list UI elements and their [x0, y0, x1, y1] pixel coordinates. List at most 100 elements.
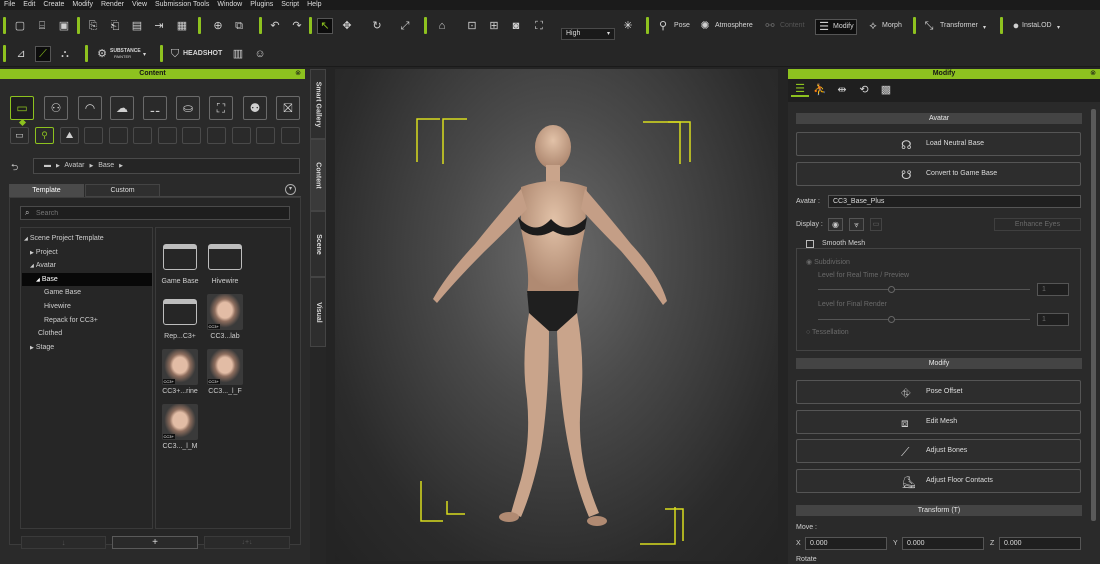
subcategory-slot-9[interactable]	[281, 127, 300, 144]
tree-item[interactable]: Hivewire	[22, 300, 152, 313]
subcategory-image-icon[interactable]: ⛰	[60, 127, 79, 144]
menu-window[interactable]: Window	[217, 0, 242, 10]
chevron-down-icon[interactable]: ▾	[1057, 22, 1060, 34]
subdivision-radio[interactable]: ◉ Subdivision	[806, 258, 850, 266]
eye-icon[interactable]: ◉	[828, 218, 843, 231]
chevron-down-icon[interactable]: ▾	[983, 22, 986, 34]
instalod-icon[interactable]: ●	[1009, 19, 1023, 33]
new-file-icon[interactable]: ▢	[13, 19, 27, 33]
pose-icon[interactable]: ⚲	[656, 19, 670, 33]
merge-icon[interactable]: ▤	[130, 19, 144, 33]
category-cloth-icon[interactable]: ⚋	[143, 96, 167, 120]
headshot-tool-icon[interactable]: ▥	[231, 47, 245, 61]
menu-render[interactable]: Render	[101, 0, 124, 10]
export-icon[interactable]: ⎗	[108, 19, 122, 33]
search-input[interactable]	[36, 207, 276, 219]
realtime-slider[interactable]	[818, 289, 1030, 290]
pin-icon[interactable]: ⊿	[14, 47, 28, 61]
material-tab-icon[interactable]: ▩	[879, 83, 893, 97]
physics-tab-icon[interactable]: ⇹	[835, 83, 849, 97]
chevron-down-icon[interactable]: ◢	[24, 236, 28, 242]
subcategory-slot-5[interactable]	[182, 127, 201, 144]
attributes-tab-icon[interactable]: ☰	[791, 83, 809, 97]
final-slider[interactable]	[818, 319, 1030, 320]
category-body-icon[interactable]: ⛶	[209, 96, 233, 120]
add-button[interactable]: +	[112, 536, 198, 549]
chevron-down-icon[interactable]: ◢	[36, 277, 40, 283]
category-accessory-icon[interactable]: ⛀	[176, 96, 200, 120]
category-avatar-icon[interactable]: ⚇	[44, 96, 68, 120]
final-level-field[interactable]: 1	[1037, 313, 1069, 326]
quality-select[interactable]: High ▾	[561, 28, 615, 40]
tree-item[interactable]: ◢ Scene Project Template	[22, 232, 152, 245]
network-icon[interactable]: ⛬	[58, 47, 72, 61]
instalod-label[interactable]: InstaLOD	[1022, 20, 1052, 32]
smooth-mesh-checkbox[interactable]	[806, 240, 814, 248]
select-cursor-icon[interactable]: ↖	[317, 18, 333, 34]
send-icon[interactable]: ⇥	[152, 19, 166, 33]
import-icon[interactable]: ⎘	[86, 19, 100, 33]
morph-icon[interactable]: ⟡	[866, 19, 880, 33]
graph-icon[interactable]: ⟋	[35, 46, 51, 62]
3d-viewport[interactable]	[335, 69, 778, 561]
scale-icon[interactable]: ⤢	[398, 19, 412, 33]
subcategory-folder-icon[interactable]: ▭	[10, 127, 29, 144]
folder-item[interactable]	[161, 238, 198, 275]
tree-item[interactable]: ◢ Avatar	[22, 259, 152, 272]
tab-custom[interactable]: Custom	[85, 184, 160, 197]
view-mode-icon[interactable]: ⛶	[532, 19, 546, 33]
search-scene-icon[interactable]: ⊕	[211, 19, 225, 33]
category-project-icon[interactable]: ▭	[10, 96, 34, 120]
display-option-icon[interactable]: ▭	[870, 218, 882, 231]
avatar-name-field[interactable]: CC3_Base_Plus	[828, 195, 1081, 208]
modify-scrollbar[interactable]	[1091, 109, 1096, 521]
character-model[interactable]	[433, 125, 667, 526]
subcategory-slot-1[interactable]	[84, 127, 103, 144]
headshot-icon[interactable]: ⛉	[168, 47, 182, 61]
tree-item[interactable]: ◢ Base	[22, 272, 152, 286]
edit-mesh-button[interactable]: ⧈ Edit Mesh	[796, 410, 1081, 434]
subcategory-slot-4[interactable]	[158, 127, 177, 144]
home-camera-icon[interactable]: ⌂	[435, 19, 449, 33]
tab-smart-gallery[interactable]: Smart Gallery	[310, 69, 326, 139]
avatar-item[interactable]: CC3+	[206, 348, 243, 385]
menu-modify[interactable]: Modify	[72, 0, 93, 10]
headshot-morph-icon[interactable]: ☺	[253, 47, 267, 61]
tree-item[interactable]: Clothed	[22, 327, 152, 340]
replace-button[interactable]: ↓+↓	[204, 536, 290, 549]
chevron-right-icon[interactable]: ▶	[30, 250, 34, 256]
chevron-down-icon[interactable]: ◢	[30, 263, 34, 269]
avatar-item[interactable]: CC3+	[161, 403, 198, 440]
morph-tab-icon[interactable]: ⟲	[857, 83, 871, 97]
tree-item[interactable]: Game Base	[22, 286, 152, 299]
menu-submission-tools[interactable]: Submission Tools	[155, 0, 209, 10]
chevron-right-icon[interactable]: ▶	[30, 345, 34, 351]
atmosphere-label[interactable]: Atmosphere	[715, 20, 753, 32]
tree-item[interactable]: ▶ Stage	[22, 341, 152, 354]
subcategory-slot-8[interactable]	[256, 127, 275, 144]
menu-help[interactable]: Help	[307, 0, 321, 10]
avatar-item[interactable]: CC3+	[206, 293, 243, 330]
load-neutral-base-button[interactable]: ☊ Load Neutral Base	[796, 132, 1081, 156]
save-icon[interactable]: ▣	[57, 19, 71, 33]
content-icon[interactable]: ⚯	[763, 19, 777, 33]
menu-edit[interactable]: Edit	[23, 0, 35, 10]
realtime-slider-thumb[interactable]	[888, 286, 895, 293]
category-motion-icon[interactable]: ⚉	[243, 96, 267, 120]
motion-tab-icon[interactable]: ⛹	[813, 83, 827, 97]
category-head-icon[interactable]: ◠	[78, 96, 102, 120]
subcategory-avatar-icon[interactable]: ⚲	[35, 127, 54, 144]
close-icon[interactable]: ⊗	[1090, 69, 1096, 79]
tab-template[interactable]: Template	[9, 184, 84, 197]
back-icon[interactable]: ⮌	[11, 160, 18, 176]
fit-icon[interactable]: ⊡	[465, 19, 479, 33]
menu-file[interactable]: File	[4, 0, 15, 10]
light-icon[interactable]: ✳	[621, 19, 635, 33]
adjust-floor-contacts-button[interactable]: ⛸ Adjust Floor Contacts	[796, 469, 1081, 493]
browse-icon[interactable]: ⧉	[232, 19, 246, 33]
tab-scene[interactable]: Scene	[310, 211, 326, 277]
move-icon[interactable]: ✥	[340, 19, 354, 33]
pose-label[interactable]: Pose	[674, 20, 690, 32]
camera-icon[interactable]: ◙	[509, 19, 523, 33]
menu-create[interactable]: Create	[43, 0, 64, 10]
